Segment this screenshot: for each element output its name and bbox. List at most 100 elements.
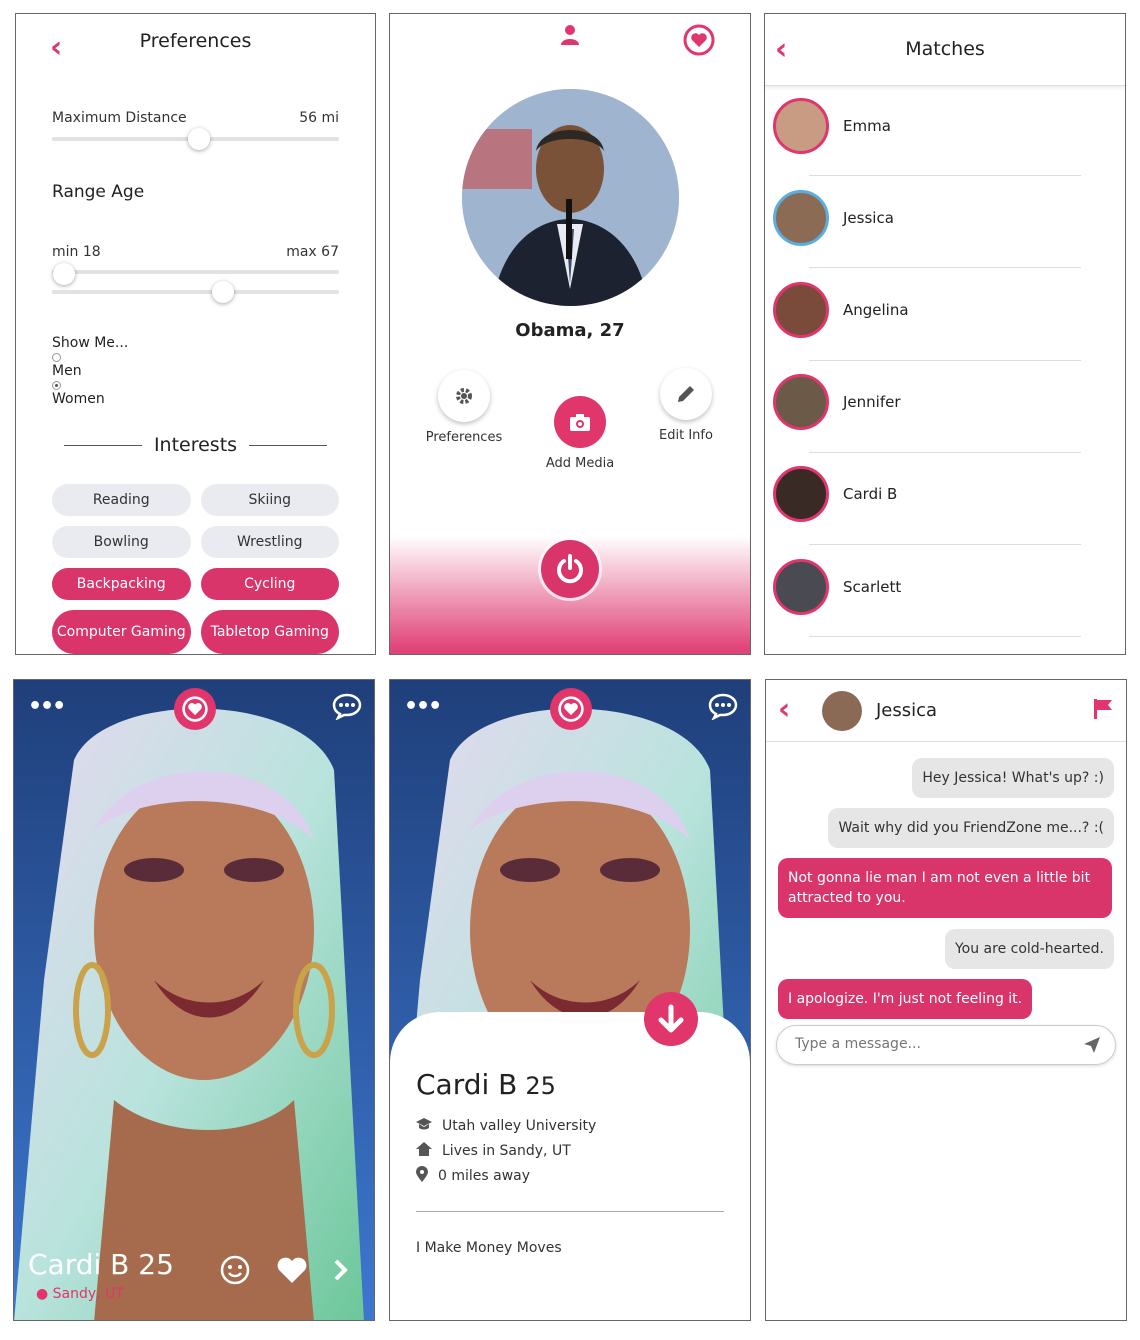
avatar[interactable] [822, 691, 862, 731]
preferences-button[interactable]: Preferences [414, 370, 514, 445]
interest-chip[interactable]: Skiing [200, 484, 339, 516]
preferences-screen: ‹ Preferences Maximum Distance 56 mi Ran… [15, 13, 376, 655]
detail-age: 25 [525, 1072, 556, 1100]
swipe-card-screen[interactable]: ••• Cardi B 25 ● Sandy, UT [13, 679, 375, 1321]
preferences-label: Preferences [425, 430, 503, 445]
chat-contact-name: Jessica [876, 700, 938, 721]
message-bubble-outgoing: I apologize. I'm just not feeling it. [778, 979, 1033, 1019]
radio-men[interactable] [52, 353, 61, 362]
chat-bubble-icon[interactable] [332, 692, 362, 724]
message-input-box[interactable] [776, 1025, 1116, 1065]
interests-header: Interests [64, 434, 327, 456]
match-item[interactable]: Jessica [773, 172, 1083, 264]
chat-header: ‹ Jessica [766, 680, 1126, 742]
interest-chip-selected[interactable]: Computer Gaming [52, 610, 191, 654]
flag-icon[interactable] [1092, 698, 1114, 724]
smiley-icon[interactable] [219, 1254, 251, 1290]
option-men-label: Men [52, 363, 82, 379]
matches-header: ‹ Matches [765, 14, 1125, 86]
age-min-slider-track[interactable] [52, 270, 339, 274]
card-location-text: Sandy, UT [52, 1286, 124, 1302]
interest-chip-selected[interactable]: Backpacking [52, 568, 191, 600]
page-title: Preferences [139, 30, 252, 52]
age-min-slider-handle[interactable] [52, 263, 75, 285]
avatar [773, 466, 829, 522]
message-bubble-outgoing: Not gonna lie man I am not even a little… [778, 858, 1112, 918]
interest-chip[interactable]: Reading [52, 484, 191, 516]
match-item[interactable]: Scarlett [773, 541, 1083, 633]
match-item[interactable]: Emma [773, 80, 1083, 172]
more-options-icon[interactable]: ••• [28, 694, 66, 719]
avatar [773, 559, 829, 615]
heart-logo-icon[interactable] [683, 24, 715, 60]
match-item[interactable]: Jennifer [773, 356, 1083, 448]
distance-slider-handle[interactable] [188, 128, 211, 150]
card-detail-screen: ••• Cardi B 25 Utah valley University Liv… [389, 679, 751, 1321]
match-item[interactable]: Angelina [773, 264, 1083, 356]
interest-chip[interactable]: Bowling [52, 526, 191, 558]
user-icon[interactable] [560, 24, 580, 50]
pencil-icon [660, 368, 712, 420]
match-name: Jennifer [843, 393, 901, 411]
card-age: 25 [138, 1248, 174, 1281]
home-icon [416, 1142, 432, 1160]
more-options-icon[interactable]: ••• [404, 694, 442, 719]
collapse-button[interactable] [644, 992, 698, 1046]
divider [64, 444, 142, 446]
divider [416, 1211, 724, 1212]
matches-screen: ‹ Matches Emma Jessica Angelina Jennifer… [764, 13, 1126, 655]
power-button[interactable] [541, 540, 599, 598]
send-icon[interactable] [1083, 1036, 1101, 1058]
detail-lives-row: Lives in Sandy, UT [416, 1142, 571, 1160]
interests-title: Interests [153, 434, 238, 456]
detail-lives: Lives in Sandy, UT [442, 1143, 571, 1159]
avatar [773, 282, 829, 338]
age-max-slider-track[interactable] [52, 290, 339, 294]
detail-school-row: Utah valley University [416, 1118, 596, 1134]
age-max-label: max 67 [286, 244, 339, 260]
match-item[interactable]: Cardi B [773, 448, 1083, 540]
chat-bubble-icon[interactable] [708, 692, 738, 724]
message-bubble-incoming: You are cold-hearted. [944, 929, 1114, 969]
heart-logo-icon[interactable] [174, 688, 216, 730]
card-photo [14, 680, 374, 1320]
add-media-label: Add Media [545, 456, 615, 471]
gear-icon [438, 370, 490, 422]
edit-info-button[interactable]: Edit Info [636, 368, 736, 443]
match-name: Cardi B [843, 485, 898, 503]
profile-name: Obama, 27 [515, 320, 625, 341]
interest-chip-selected[interactable]: Cycling [200, 568, 339, 600]
detail-name-line: Cardi B 25 [416, 1068, 556, 1101]
heart-icon[interactable] [276, 1256, 308, 1288]
card-name: Cardi B [28, 1248, 130, 1281]
message-bubble-incoming: Hey Jessica! What's up? :) [912, 758, 1114, 798]
detail-distance: 0 miles away [438, 1168, 531, 1184]
profile-photo [462, 89, 679, 306]
message-input[interactable] [795, 1036, 1055, 1052]
camera-icon [554, 396, 606, 448]
match-name: Emma [843, 117, 891, 135]
card-name-line: Cardi B 25 [28, 1248, 174, 1281]
age-max-slider-handle[interactable] [211, 281, 234, 303]
avatar [773, 190, 829, 246]
heart-logo-icon[interactable] [550, 688, 592, 730]
detail-name: Cardi B [416, 1068, 518, 1101]
add-media-button[interactable]: Add Media [530, 396, 630, 471]
chevron-right-icon[interactable] [332, 1258, 350, 1286]
detail-distance-row: 0 miles away [416, 1166, 530, 1186]
detail-bio: I Make Money Moves [416, 1240, 562, 1256]
arrow-down-icon [658, 1004, 684, 1033]
interest-chip-selected[interactable]: Tabletop Gaming [200, 610, 339, 654]
radio-women[interactable] [52, 381, 61, 390]
page-title: Matches [905, 38, 985, 60]
power-icon [557, 554, 583, 584]
interest-chip[interactable]: Wrestling [200, 526, 339, 558]
back-chevron-icon[interactable]: ‹ [778, 692, 790, 727]
distance-row: Maximum Distance 56 mi [52, 110, 339, 126]
age-min-label: min 18 [52, 244, 101, 260]
range-age-title: Range Age [52, 182, 145, 202]
divider [249, 444, 327, 446]
match-name: Jessica [843, 209, 894, 227]
interests-grid: Reading Skiing Bowling Wrestling Backpac… [52, 484, 339, 654]
match-name: Angelina [843, 301, 909, 319]
